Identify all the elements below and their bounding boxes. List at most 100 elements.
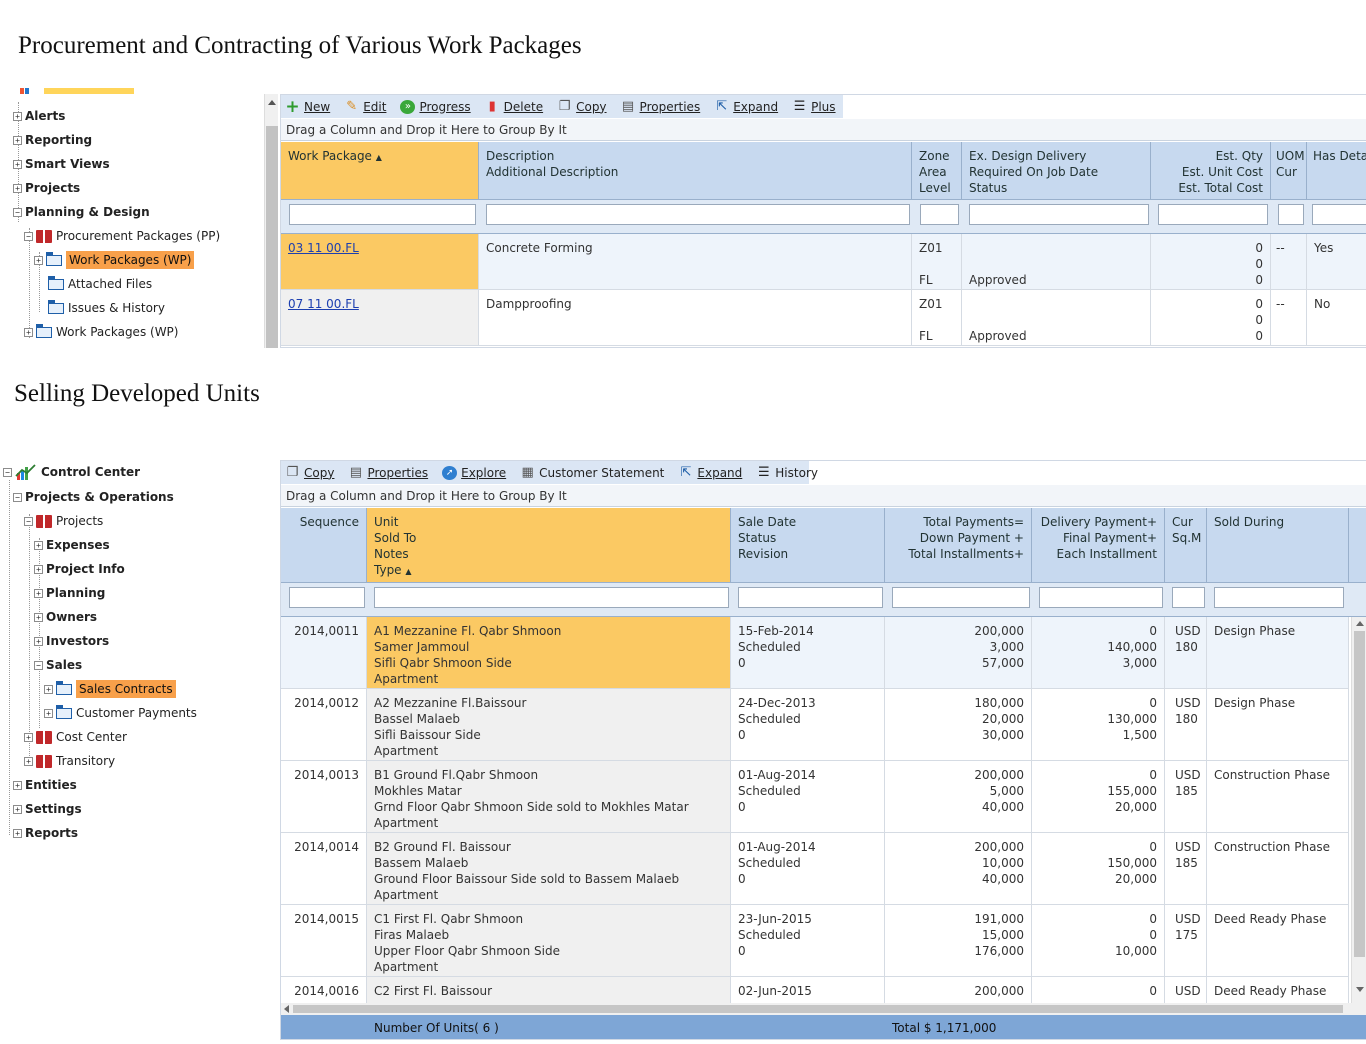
control-center-partial[interactable] — [20, 88, 134, 94]
table-row[interactable]: 2014,0015 C1 First Fl. Qabr Shmoon Firas M… — [281, 905, 1349, 977]
filter-description[interactable] — [486, 204, 910, 225]
col-header-sequence[interactable]: Sequence — [281, 508, 367, 583]
expand-icon[interactable]: + — [24, 756, 33, 766]
col-header-est-qty[interactable]: Est. Qty Est. Unit Cost Est. Total Cost — [1151, 142, 1271, 200]
col-header-unit[interactable]: Unit Sold To Notes Type ▲ — [367, 508, 731, 583]
scroll-left-icon[interactable] — [284, 1005, 289, 1013]
expand-icon[interactable]: + — [13, 111, 22, 121]
expand-icon[interactable]: + — [44, 708, 53, 718]
collapse-icon[interactable]: − — [24, 231, 33, 241]
collapse-icon[interactable]: − — [13, 207, 22, 217]
new-button[interactable]: + New — [285, 98, 330, 115]
filter-work-package[interactable] — [289, 204, 476, 225]
col-header-delivery[interactable]: Ex. Design Delivery Required On Job Date S… — [962, 142, 1151, 200]
tree-item-issues-history[interactable]: Issues & History — [48, 299, 165, 317]
col-header-work-package[interactable]: Work Package ▲ — [281, 142, 479, 200]
col-header-has-details[interactable]: Has Detai — [1307, 142, 1366, 200]
tree-item-settings[interactable]: + Settings — [13, 800, 82, 818]
tree-item-customer-payments[interactable]: + Customer Payments — [44, 704, 197, 722]
grid-horizontal-scrollbar[interactable] — [281, 1003, 1366, 1015]
tree-item-planning[interactable]: + Planning — [34, 584, 105, 602]
copy-button[interactable]: ❐ Copy — [285, 465, 335, 480]
col-header-sale-date[interactable]: Sale Date Status Revision — [731, 508, 885, 583]
tree-item-expenses[interactable]: + Expenses — [34, 536, 110, 554]
col-header-delivery-payment[interactable]: Delivery Payment+ Final Payment+ Each Inst… — [1032, 508, 1165, 583]
expand-icon[interactable]: + — [13, 135, 22, 145]
tree-item-transitory[interactable]: + Transitory — [24, 752, 115, 770]
collapse-icon[interactable]: − — [3, 467, 12, 477]
tree-item-smart-views[interactable]: + Smart Views — [13, 155, 110, 173]
filter-sequence[interactable] — [289, 587, 365, 608]
tree-item-reporting[interactable]: + Reporting — [13, 131, 92, 149]
filter-delivery[interactable] — [969, 204, 1149, 225]
filter-est-qty[interactable] — [1158, 204, 1268, 225]
expand-button[interactable]: ⇱ Expand — [714, 99, 778, 114]
expand-icon[interactable]: + — [13, 159, 22, 169]
table-row[interactable]: 2014,0013 B1 Ground Fl.Qabr Shmoon Mokhles… — [281, 761, 1349, 833]
history-button[interactable]: ☰ History — [756, 465, 818, 480]
customer-statement-button[interactable]: ▦ Customer Statement — [520, 465, 664, 480]
copy-button[interactable]: ❐ Copy — [557, 99, 607, 114]
col-header-uom[interactable]: UOM Cur — [1271, 142, 1307, 200]
properties-button[interactable]: ▤ Properties — [621, 99, 700, 114]
tree-scrollbar[interactable] — [264, 94, 278, 348]
properties-button[interactable]: ▤ Properties — [348, 465, 428, 480]
expand-icon[interactable]: + — [13, 183, 22, 193]
progress-button[interactable]: » Progress — [400, 99, 471, 114]
tree-item-project-info[interactable]: + Project Info — [34, 560, 125, 578]
plus-button[interactable]: ☰ Plus — [792, 99, 836, 114]
tree-item-procurement-packages[interactable]: − Procurement Packages (PP) — [24, 227, 220, 245]
scroll-down-icon[interactable] — [1356, 987, 1364, 992]
expand-icon[interactable]: + — [13, 780, 22, 790]
group-by-area[interactable]: Drag a Column and Drop it Here to Group … — [281, 485, 1366, 507]
filter-delivery-payment[interactable] — [1039, 587, 1163, 608]
group-by-area[interactable]: Drag a Column and Drop it Here to Group … — [281, 119, 1366, 141]
grid-vertical-scrollbar[interactable] — [1351, 617, 1366, 1003]
tree-item-projects[interactable]: − Projects — [24, 512, 103, 530]
expand-button[interactable]: ⇱ Expand — [678, 465, 742, 480]
expand-icon[interactable]: + — [44, 684, 53, 694]
filter-zone[interactable] — [920, 204, 959, 225]
col-header-description[interactable]: Description Additional Description — [479, 142, 912, 200]
col-header-zone[interactable]: Zone Area Level — [912, 142, 962, 200]
table-row[interactable]: 2014,0011 A1 Mezzanine Fl. Qabr Shmoon Sam… — [281, 617, 1349, 689]
table-row[interactable]: 2014,0012 A2 Mezzanine Fl.Baissour Bassel … — [281, 689, 1349, 761]
col-header-cur[interactable]: Cur Sq.M — [1165, 508, 1207, 583]
expand-icon[interactable]: + — [24, 732, 33, 742]
filter-sale-date[interactable] — [738, 587, 883, 608]
scroll-up-icon[interactable] — [1356, 621, 1364, 626]
scroll-up-icon[interactable] — [268, 100, 276, 105]
expand-icon[interactable]: + — [34, 564, 43, 574]
filter-cur[interactable] — [1172, 587, 1205, 608]
expand-icon[interactable]: + — [13, 804, 22, 814]
tree-item-investors[interactable]: + Investors — [34, 632, 109, 650]
expand-icon[interactable]: + — [34, 612, 43, 622]
table-row[interactable]: 2014,0014 B2 Ground Fl. Baissour Bassem Ma… — [281, 833, 1349, 905]
filter-sold-during[interactable] — [1214, 587, 1344, 608]
expand-icon[interactable]: + — [13, 828, 22, 838]
work-package-link[interactable]: 07 11 00.FL — [288, 297, 359, 311]
col-header-total-payments[interactable]: Total Payments= Down Payment + Total Insta… — [885, 508, 1032, 583]
tree-item-projects-operations[interactable]: − Projects & Operations — [13, 488, 174, 506]
filter-unit[interactable] — [374, 587, 729, 608]
tree-item-sales[interactable]: − Sales — [34, 656, 82, 674]
filter-has[interactable] — [1312, 204, 1366, 225]
tree-item-work-packages-selected[interactable]: + Work Packages (WP) — [34, 251, 195, 269]
table-row[interactable]: 2014,0016 C2 First Fl. Baissour 02-Jun-201… — [281, 977, 1349, 1003]
edit-button[interactable]: ✎ Edit — [344, 99, 386, 114]
h-scroll-thumb[interactable] — [293, 1005, 1343, 1013]
collapse-icon[interactable]: − — [13, 492, 22, 502]
tree-item-projects[interactable]: + Projects — [13, 179, 80, 197]
expand-icon[interactable]: + — [34, 588, 43, 598]
expand-icon[interactable]: + — [24, 327, 33, 337]
scroll-thumb[interactable] — [266, 126, 278, 348]
tree-item-entities[interactable]: + Entities — [13, 776, 77, 794]
delete-button[interactable]: ▮ Delete — [485, 99, 544, 114]
tree-item-cost-center[interactable]: + Cost Center — [24, 728, 127, 746]
tree-item-alerts[interactable]: + Alerts — [13, 107, 65, 125]
filter-uom[interactable] — [1278, 204, 1304, 225]
collapse-icon[interactable]: − — [24, 516, 33, 526]
tree-item-sales-contracts[interactable]: + Sales Contracts — [44, 680, 176, 698]
expand-icon[interactable]: + — [34, 540, 43, 550]
tree-item-reports[interactable]: + Reports — [13, 824, 78, 842]
